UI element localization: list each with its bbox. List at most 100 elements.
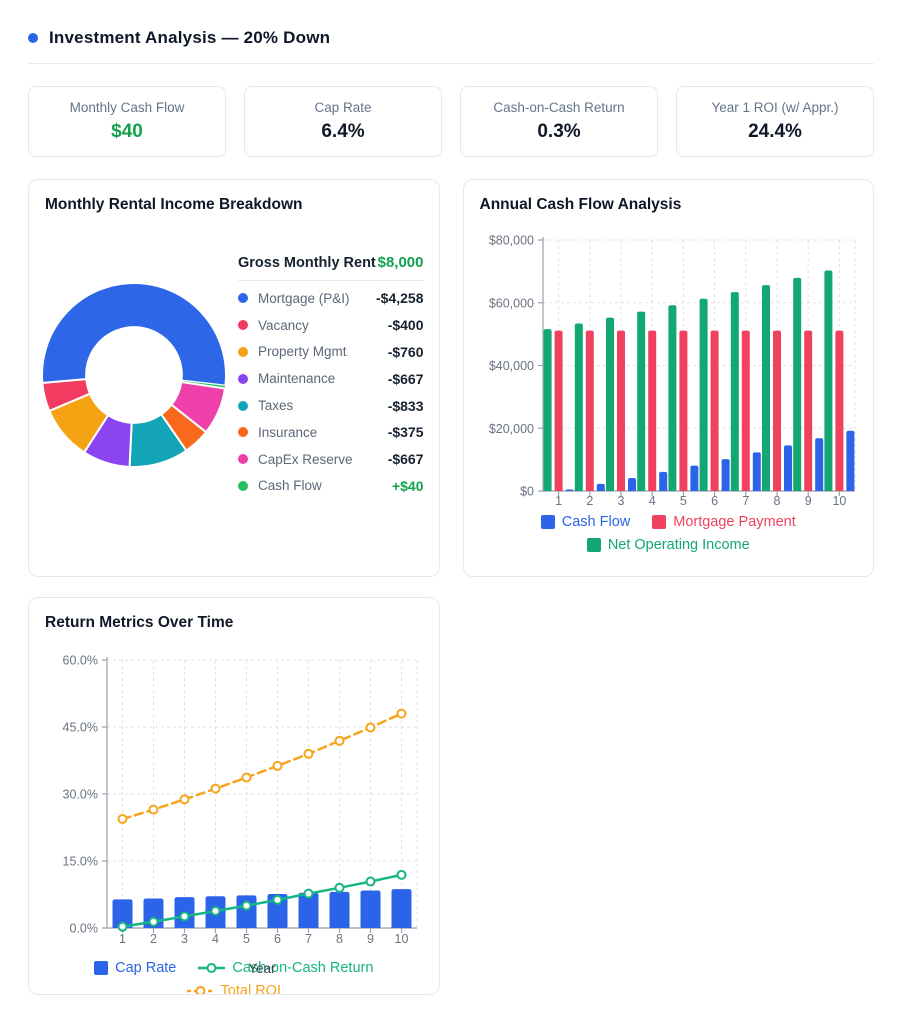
legend-item-cash-flow[interactable]: Cash Flow [541, 514, 631, 530]
y-tick-label: $80,000 [488, 234, 533, 248]
kpi-card-year-1-roi-w-appr: Year 1 ROI (w/ Appr.)24.4% [676, 86, 874, 157]
bar-net-operating-income-year-7 [730, 292, 738, 491]
bar-cash-flow-year-4 [659, 472, 667, 491]
kpi-value: 6.4% [253, 121, 433, 143]
income-legend-panel: Gross Monthly Rent $8,000 Mortgage (P&I)… [238, 254, 424, 499]
legend-line-marker-icon [198, 962, 225, 974]
return-metrics-title: Return Metrics Over Time [45, 614, 423, 632]
legend-swatch-icon [587, 538, 601, 552]
legend-circle [208, 964, 216, 972]
legend-label: Mortgage Payment [673, 514, 796, 530]
kpi-value: 0.3% [469, 121, 649, 143]
x-tick-label: 8 [773, 494, 780, 508]
point-cash-on-cash-return-year-2 [150, 918, 158, 926]
legend-label: Maintenance [258, 371, 378, 386]
cards-grid: Monthly Rental Income Breakdown Gross Mo… [28, 179, 874, 995]
bar-cash-flow-year-3 [628, 478, 636, 491]
x-tick-label: 6 [711, 494, 718, 508]
legend-label: Insurance [258, 425, 378, 440]
x-tick-label: 7 [742, 494, 749, 508]
gross-rent-value: $8,000 [378, 254, 424, 271]
bar-cash-flow-year-9 [815, 438, 823, 491]
income-legend-row-mortgage-p-i: Mortgage (P&I)-$4,258 [238, 285, 424, 312]
annual-cashflow-card: Annual Cash Flow Analysis $0$20,000$40,0… [463, 179, 875, 577]
legend-item-cash-on-cash-return[interactable]: Cash-on-Cash Return [198, 960, 373, 976]
legend-value: -$400 [388, 317, 424, 333]
bar-cash-flow-year-10 [846, 431, 854, 491]
legend-item-net-operating-income[interactable]: Net Operating Income [587, 537, 750, 553]
point-total-roi-year-5 [243, 773, 251, 781]
point-cash-on-cash-return-year-9 [367, 878, 375, 886]
bar-mortgage-payment-year-9 [804, 331, 812, 491]
legend-swatch-icon [94, 961, 108, 975]
cash-flow-dot-icon [238, 481, 248, 491]
x-tick-label: 9 [367, 932, 374, 946]
bar-net-operating-income-year-8 [762, 285, 770, 491]
bar-net-operating-income-year-6 [699, 299, 707, 491]
x-tick-label: 4 [212, 932, 219, 946]
y-tick-label: $60,000 [488, 296, 533, 310]
x-tick-label: 9 [804, 494, 811, 508]
income-legend-row-property-mgmt: Property Mgmt-$760 [238, 339, 424, 366]
bar-cash-flow-year-7 [752, 452, 760, 491]
point-total-roi-year-7 [305, 750, 313, 758]
legend-value: +$40 [392, 478, 424, 494]
income-legend-row-cash-flow: Cash Flow +$40 [238, 473, 424, 500]
bar-net-operating-income-year-2 [574, 324, 582, 491]
legend-item-cap-rate[interactable]: Cap Rate [94, 960, 176, 976]
point-total-roi-year-8 [336, 737, 344, 745]
bar-cash-flow-year-5 [690, 466, 698, 491]
x-axis-title: Year [248, 961, 275, 976]
property-mgmt-dot-icon [238, 347, 248, 357]
legend-item-mortgage-payment[interactable]: Mortgage Payment [652, 514, 796, 530]
legend-label: Taxes [258, 398, 378, 413]
insurance-dot-icon [238, 427, 248, 437]
kpi-row: Monthly Cash Flow$40Cap Rate6.4%Cash-on-… [28, 86, 874, 157]
header-divider [28, 63, 874, 64]
income-donut-chart [29, 270, 239, 480]
bar-cash-flow-year-2 [596, 484, 604, 491]
point-total-roi-year-3 [181, 795, 189, 803]
kpi-label: Year 1 ROI (w/ Appr.) [685, 100, 865, 115]
legend-label: Cash Flow [258, 478, 382, 493]
point-total-roi-year-2 [150, 806, 158, 814]
bar-net-operating-income-year-5 [668, 305, 676, 491]
x-tick-label: 3 [181, 932, 188, 946]
income-legend-row-vacancy: Vacancy-$400 [238, 312, 424, 339]
legend-label: Cash Flow [562, 514, 631, 530]
legend-label: Net Operating Income [608, 537, 750, 553]
x-tick-label: 10 [395, 932, 409, 946]
y-tick-label: $0 [520, 485, 534, 499]
investment-dashboard: Investment Analysis — 20% Down Monthly C… [0, 0, 902, 995]
income-legend-row-taxes: Taxes-$833 [238, 392, 424, 419]
legend-item-total-roi[interactable]: Total ROI [187, 983, 281, 995]
point-cash-on-cash-return-year-4 [212, 907, 220, 915]
accent-dot-icon [28, 33, 38, 43]
legend-value: -$760 [388, 344, 424, 360]
x-tick-label: 5 [243, 932, 250, 946]
income-legend-row-insurance: Insurance-$375 [238, 419, 424, 446]
capex-reserve-dot-icon [238, 454, 248, 464]
taxes-dot-icon [238, 401, 248, 411]
gross-rent-label: Gross Monthly Rent [238, 255, 376, 271]
x-tick-label: 1 [555, 494, 562, 508]
bar-mortgage-payment-year-3 [617, 331, 625, 491]
legend-value: -$667 [388, 451, 424, 467]
annual-cashflow-chart: $0$20,000$40,000$60,000$80,0001234567891… [479, 224, 857, 510]
legend-line-marker-icon [187, 985, 214, 995]
line-total-roi [123, 714, 402, 819]
legend-value: -$4,258 [376, 290, 423, 306]
bar-cap-rate-year-10 [392, 889, 412, 928]
y-tick-label: 15.0% [63, 855, 98, 869]
legend-label: Cap Rate [115, 960, 176, 976]
x-tick-label: 3 [617, 494, 624, 508]
page-header: Investment Analysis — 20% Down [28, 28, 874, 48]
x-tick-label: 10 [832, 494, 846, 508]
legend-swatch-icon [652, 515, 666, 529]
x-tick-label: 2 [586, 494, 593, 508]
bar-net-operating-income-year-1 [543, 329, 551, 491]
x-tick-label: 4 [648, 494, 655, 508]
bar-mortgage-payment-year-4 [648, 331, 656, 491]
x-tick-label: 7 [305, 932, 312, 946]
vacancy-dot-icon [238, 320, 248, 330]
